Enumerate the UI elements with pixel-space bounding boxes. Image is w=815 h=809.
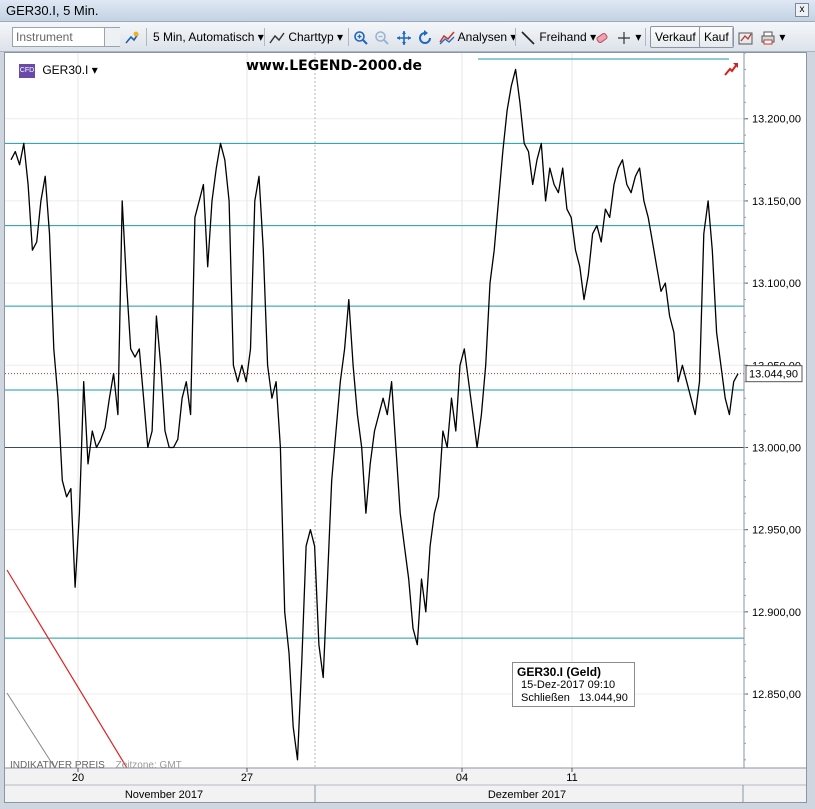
toolbar-separator (348, 28, 349, 46)
freihand-dropdown[interactable]: Freihand ▾ (517, 26, 599, 48)
toolbar-separator (264, 28, 265, 46)
verkauf-button[interactable]: Verkauf (650, 26, 701, 48)
chevron-down-icon: ▾ (779, 30, 786, 44)
add-instrument-icon[interactable] (124, 26, 140, 48)
trend-line-red (6, 569, 128, 769)
instrument-selector[interactable]: CFD GER30.I ▾ (19, 63, 98, 79)
chart-settings-icon[interactable] (738, 26, 754, 48)
x-month-label: November 2017 (125, 789, 203, 801)
y-tick-label: 12.900,00 (752, 607, 801, 619)
chart-frame: 13.200,0013.150,0013.100,0013.050,0013.0… (4, 52, 807, 803)
tooltip-close-label: Schließen (521, 692, 570, 704)
charttype-label: Charttyp (288, 30, 334, 44)
interval-label: 5 Min, Automatisch (153, 30, 255, 44)
crosshair-dropdown[interactable]: ▾ (616, 26, 641, 48)
x-tick-label: 20 (72, 772, 84, 784)
current-price-label: 13.044,90 (749, 369, 798, 381)
zoom-in-icon[interactable] (353, 26, 369, 48)
x-tick-label: 11 (566, 772, 577, 784)
indicative-text: INDIKATIVER PREIS (10, 760, 105, 771)
toolbar-separator (732, 28, 733, 46)
toolbar-separator (146, 28, 147, 46)
tooltip-date: 15-Dez-2017 09:10 (521, 679, 616, 691)
analysen-dropdown[interactable]: Analysen ▾ (436, 26, 519, 48)
price-tooltip: GER30.I (Geld) 15-Dez-2017 09:10 Schließ… (512, 662, 635, 707)
tooltip-close: Schließen 13.044,90 (517, 692, 630, 705)
trend-arrow-icon (724, 63, 738, 76)
close-icon[interactable]: x (795, 3, 809, 17)
tooltip-close-value: 13.044,90 (578, 692, 628, 704)
interval-dropdown[interactable]: 5 Min, Automatisch ▾ (150, 26, 267, 48)
y-tick-label: 12.850,00 (752, 689, 801, 701)
pan-icon[interactable] (396, 26, 412, 48)
kauf-button[interactable]: Kauf (699, 26, 734, 48)
freihand-label: Freihand (539, 30, 587, 44)
tooltip-title: GER30.I (Geld) (517, 665, 602, 679)
watermark: www.LEGEND-2000.de (246, 58, 422, 74)
instrument-browse-icon[interactable] (104, 28, 120, 46)
trend-line-gray (6, 692, 56, 769)
print-dropdown[interactable]: ▾ (760, 26, 785, 48)
analysen-label: Analysen (457, 30, 508, 44)
x-month-label: Dezember 2017 (488, 789, 566, 801)
chevron-down-icon: ▾ (91, 63, 98, 77)
y-tick-label: 12.950,00 (752, 525, 801, 537)
charttype-dropdown[interactable]: Charttyp ▾ (266, 26, 346, 48)
indicative-price-label: INDIKATIVER PREIS Zeitzone: GMT (10, 760, 182, 771)
y-tick-label: 13.200,00 (752, 114, 801, 126)
timezone-text: Zeitzone: GMT (115, 760, 182, 771)
draw-line-icon (521, 31, 535, 45)
instrument-name: GER30.I (42, 63, 89, 77)
window-title: GER30.I, 5 Min. (6, 3, 99, 18)
cfd-icon: CFD (19, 63, 35, 78)
chevron-down-icon: ▾ (337, 30, 344, 44)
chevron-down-icon: ▾ (257, 30, 264, 44)
print-icon (761, 31, 775, 45)
price-chart[interactable]: 13.200,0013.150,0013.100,0013.050,0013.0… (5, 53, 806, 802)
zoom-out-icon[interactable] (374, 26, 390, 48)
x-tick-label: 04 (456, 772, 468, 784)
eraser-icon[interactable] (594, 26, 610, 48)
crosshair-icon (618, 31, 630, 44)
y-tick-label: 13.150,00 (752, 196, 801, 208)
analysis-icon (439, 31, 455, 45)
y-tick-label: 13.000,00 (752, 442, 801, 454)
reset-icon[interactable] (417, 26, 433, 48)
price-series-line (10, 68, 739, 761)
toolbar-separator (645, 28, 646, 46)
y-tick-label: 13.100,00 (752, 278, 801, 290)
title-bar: GER30.I, 5 Min. x (0, 0, 815, 22)
chevron-down-icon: ▾ (635, 30, 642, 44)
toolbar-separator (515, 28, 516, 46)
x-tick-label: 27 (241, 772, 253, 784)
line-chart-icon (269, 32, 285, 44)
toolbar: Instrument 5 Min, Automatisch ▾ Charttyp… (0, 22, 815, 52)
